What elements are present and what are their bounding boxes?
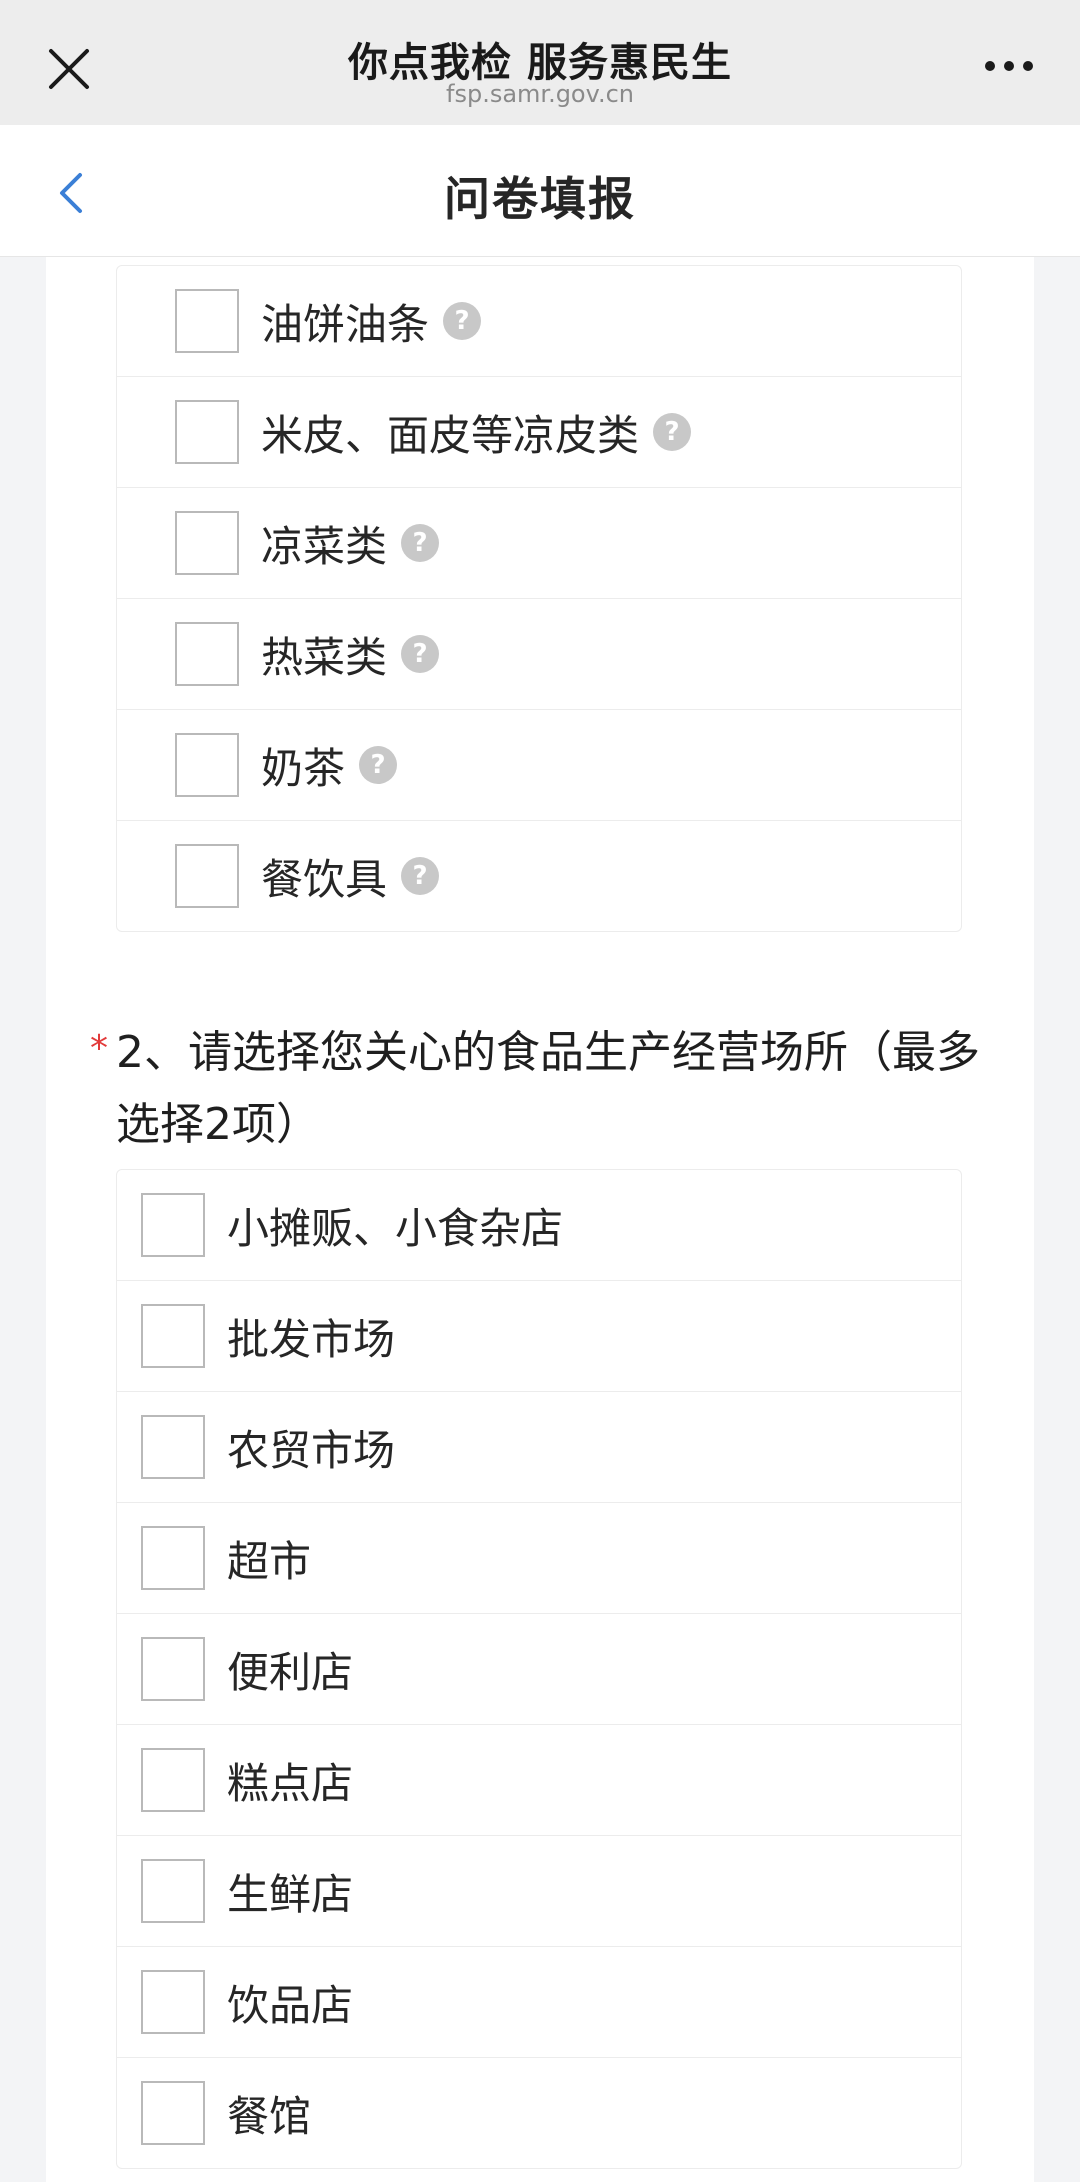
checkbox[interactable] <box>141 1748 205 1812</box>
checkbox[interactable] <box>141 2081 205 2145</box>
option-item[interactable]: 批发市场 <box>117 1281 961 1392</box>
checkbox[interactable] <box>141 1415 205 1479</box>
option-label: 农贸市场 <box>227 1425 396 1475</box>
checkbox[interactable] <box>141 1304 205 1368</box>
option-label: 热菜类 <box>261 632 388 682</box>
question-text: 2、请选择您关心的食品生产经营场所（最多选择2项） <box>116 1027 980 1150</box>
option-item[interactable]: 奶茶 ? <box>117 710 961 821</box>
checkbox[interactable] <box>175 622 239 686</box>
checkbox[interactable] <box>141 1193 205 1257</box>
help-icon[interactable]: ? <box>401 524 440 562</box>
option-item[interactable]: 糕点店 <box>117 1725 961 1836</box>
checkbox[interactable] <box>175 511 239 575</box>
option-group-food-types: 油饼油条 ? 米皮、面皮等凉皮类 ? 凉菜类 ? 热菜类 ? 奶茶 ? 餐饮具 … <box>116 265 962 932</box>
option-group-venues: 小摊贩、小食杂店 批发市场 农贸市场 超市 便利店 糕点店 生鲜店 饮品店 餐馆 <box>116 1169 962 2169</box>
option-item[interactable]: 农贸市场 <box>117 1392 961 1503</box>
help-icon[interactable]: ? <box>653 413 692 451</box>
option-label: 米皮、面皮等凉皮类 <box>261 410 640 460</box>
option-label: 奶茶 <box>261 743 346 793</box>
checkbox[interactable] <box>141 1526 205 1590</box>
option-item[interactable]: 餐馆 <box>117 2058 961 2168</box>
browser-url: fsp.samr.gov.cn <box>446 80 634 108</box>
option-item[interactable]: 超市 <box>117 1503 961 1614</box>
option-label: 餐饮具 <box>261 854 388 904</box>
checkbox[interactable] <box>175 733 239 797</box>
option-item[interactable]: 热菜类 ? <box>117 599 961 710</box>
page-header: 问卷填报 <box>0 125 1080 257</box>
option-item[interactable]: 凉菜类 ? <box>117 488 961 599</box>
questionnaire-form: 油饼油条 ? 米皮、面皮等凉皮类 ? 凉菜类 ? 热菜类 ? 奶茶 ? 餐饮具 … <box>46 257 1034 2182</box>
checkbox[interactable] <box>141 1970 205 2034</box>
option-item[interactable]: 餐饮具 ? <box>117 821 961 931</box>
browser-top-bar: 你点我检 服务惠民生 fsp.samr.gov.cn <box>0 0 1080 125</box>
page-title: 问卷填报 <box>444 172 636 226</box>
checkbox[interactable] <box>175 400 239 464</box>
help-icon[interactable]: ? <box>359 746 398 784</box>
help-icon[interactable]: ? <box>443 302 482 340</box>
option-label: 批发市场 <box>227 1314 396 1364</box>
option-item[interactable]: 便利店 <box>117 1614 961 1725</box>
option-item[interactable]: 米皮、面皮等凉皮类 ? <box>117 377 961 488</box>
question-title: * 2、请选择您关心的食品生产经营场所（最多选择2项） <box>90 1017 1006 1161</box>
checkbox[interactable] <box>175 844 239 908</box>
option-item[interactable]: 生鲜店 <box>117 1836 961 1947</box>
help-icon[interactable]: ? <box>401 635 440 673</box>
option-label: 饮品店 <box>227 1980 354 2030</box>
option-label: 凉菜类 <box>261 521 388 571</box>
option-item[interactable]: 饮品店 <box>117 1947 961 2058</box>
option-label: 糕点店 <box>227 1758 354 1808</box>
required-mark: * <box>90 1028 108 1069</box>
option-label: 小摊贩、小食杂店 <box>227 1203 564 1253</box>
option-label: 超市 <box>227 1536 312 1586</box>
option-item[interactable]: 油饼油条 ? <box>117 266 961 377</box>
checkbox[interactable] <box>141 1859 205 1923</box>
option-label: 餐馆 <box>227 2091 312 2141</box>
checkbox[interactable] <box>141 1637 205 1701</box>
option-item[interactable]: 小摊贩、小食杂店 <box>117 1170 961 1281</box>
option-label: 油饼油条 <box>261 299 430 349</box>
checkbox[interactable] <box>175 289 239 353</box>
more-dots-icon[interactable] <box>984 58 1034 74</box>
option-label: 生鲜店 <box>227 1869 354 1919</box>
help-icon[interactable]: ? <box>401 857 440 895</box>
option-label: 便利店 <box>227 1647 354 1697</box>
